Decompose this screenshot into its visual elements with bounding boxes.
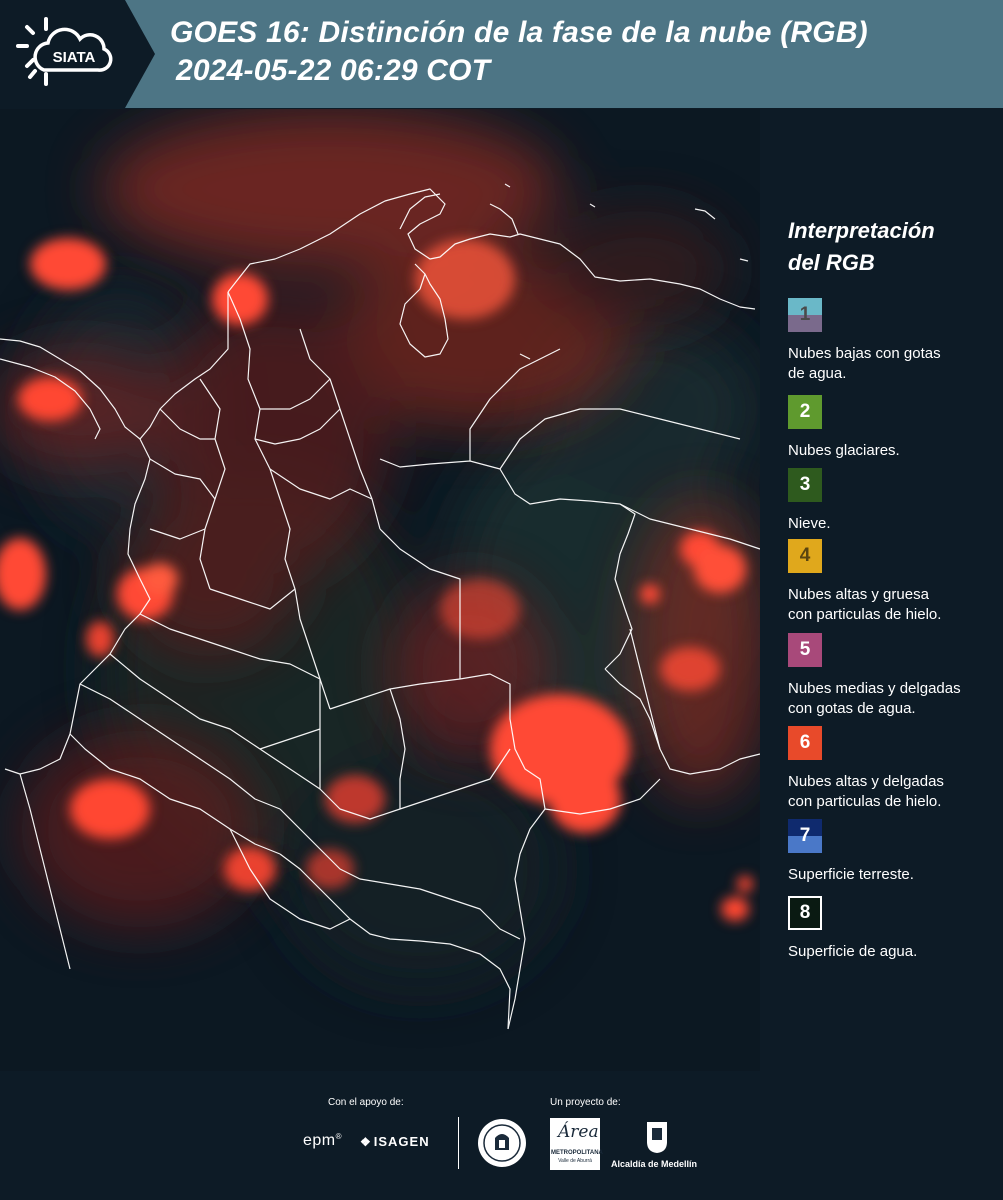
legend-description: Superficie de agua.	[788, 942, 998, 962]
legend-text-line: Nubes bajas con gotas	[788, 345, 941, 362]
legend-swatch: 2	[788, 395, 822, 429]
epm-logo-text: epm	[303, 1132, 336, 1149]
legend-item-5: 5 Nubes medias y delgadas con gotas de a…	[788, 633, 998, 719]
legend-swatch: 7	[788, 819, 822, 853]
legend-text-line: con gotas de agua.	[788, 700, 916, 717]
isagen-mark-icon: ❖	[360, 1135, 372, 1149]
satellite-map	[0, 109, 760, 1071]
title-line-2: 2024-05-22 06:29 COT	[176, 54, 491, 87]
legend-description: Nubes bajas con gotas de agua.	[788, 344, 998, 384]
footer-divider	[458, 1117, 459, 1169]
project-label: Un proyecto de:	[550, 1097, 621, 1108]
legend-text-line: Nubes altas y delgadas	[788, 773, 944, 790]
legend-text-line: Nubes glaciares.	[788, 442, 900, 459]
legend-number: 6	[799, 732, 811, 753]
alcaldia-label: Alcaldía de Medellín	[611, 1159, 698, 1169]
legend-title: Interpretación del RGB	[788, 215, 935, 279]
legend-swatch: 6	[788, 726, 822, 760]
legend-number: 5	[799, 639, 811, 660]
legend-item-6: 6 Nubes altas y delgadas con particulas …	[788, 726, 998, 812]
legend-item-1: 1 Nubes bajas con gotas de agua.	[788, 298, 998, 384]
area-logo-line-2: Valle de Aburrá	[558, 1158, 592, 1164]
area-metropolitana-logo: Área METROPOLITANA Valle de Aburrá	[550, 1118, 603, 1170]
epm-logo: epm®	[303, 1132, 343, 1149]
support-label: Con el apoyo de:	[328, 1097, 404, 1108]
legend-text-line: Superficie terreste.	[788, 866, 914, 883]
legend-description: Nubes altas y delgadas con particulas de…	[788, 772, 998, 812]
legend-title-line-1: Interpretación	[788, 218, 935, 243]
isagen-logo: ❖ ISAGEN	[360, 1134, 430, 1149]
page-title: GOES 16: Distinción de la fase de la nub…	[170, 14, 868, 90]
legend-description: Nubes glaciares.	[788, 441, 998, 461]
legend-text-line: Nieve.	[788, 515, 831, 532]
legend-text-line: Nubes medias y delgadas	[788, 680, 961, 697]
siata-logo: SIATA	[0, 0, 155, 108]
legend-item-3: 3 Nieve.	[788, 468, 998, 534]
legend-text-line: de agua.	[788, 365, 847, 382]
legend-number: 4	[799, 545, 811, 566]
legend-swatch: 3	[788, 468, 822, 502]
legend-description: Nubes medias y delgadas con gotas de agu…	[788, 679, 998, 719]
legend-text-line: Nubes altas y gruesa	[788, 586, 929, 603]
area-logo-line-1: METROPOLITANA	[551, 1150, 603, 1156]
legend-number: 1	[799, 304, 811, 325]
legend-description: Nubes altas y gruesa con particulas de h…	[788, 585, 998, 625]
title-line-1: GOES 16: Distinción de la fase de la nub…	[170, 16, 868, 49]
isagen-logo-text: ISAGEN	[373, 1134, 430, 1149]
rgb-satellite-image	[0, 109, 760, 1071]
legend-number: 3	[799, 474, 811, 495]
legend-number: 8	[799, 902, 811, 923]
legend-item-8: 8 Superficie de agua.	[788, 896, 998, 962]
legend-swatch: 4	[788, 539, 822, 573]
legend-item-2: 2 Nubes glaciares.	[788, 395, 998, 461]
legend-text-line: Superficie de agua.	[788, 943, 918, 960]
legend-description: Superficie terreste.	[788, 865, 998, 885]
header-bar: SIATA GOES 16: Distinción de la fase de …	[0, 0, 1003, 108]
footer: Con el apoyo de: Un proyecto de: epm® ❖ I…	[0, 1071, 1003, 1200]
legend-description: Nieve.	[788, 514, 998, 534]
legend-number: 2	[799, 401, 811, 422]
legend-item-4: 4 Nubes altas y gruesa con particulas de…	[788, 539, 998, 625]
legend-text-line: con particulas de hielo.	[788, 793, 942, 810]
legend-swatch: 5	[788, 633, 822, 667]
alcaldia-shield-icon	[645, 1120, 669, 1154]
legend-swatch: 8	[788, 896, 822, 930]
seal-logo-icon	[477, 1118, 527, 1168]
area-logo-script: Área	[558, 1122, 599, 1142]
legend-text-line: con particulas de hielo.	[788, 606, 942, 623]
logo-text: SIATA	[53, 49, 96, 66]
legend-panel: Interpretación del RGB 1 Nubes bajas con…	[762, 109, 1003, 1071]
legend-number: 7	[799, 825, 811, 846]
legend-swatch: 1	[788, 298, 822, 332]
legend-title-line-2: del RGB	[788, 250, 875, 275]
legend-item-7: 7 Superficie terreste.	[788, 819, 998, 885]
